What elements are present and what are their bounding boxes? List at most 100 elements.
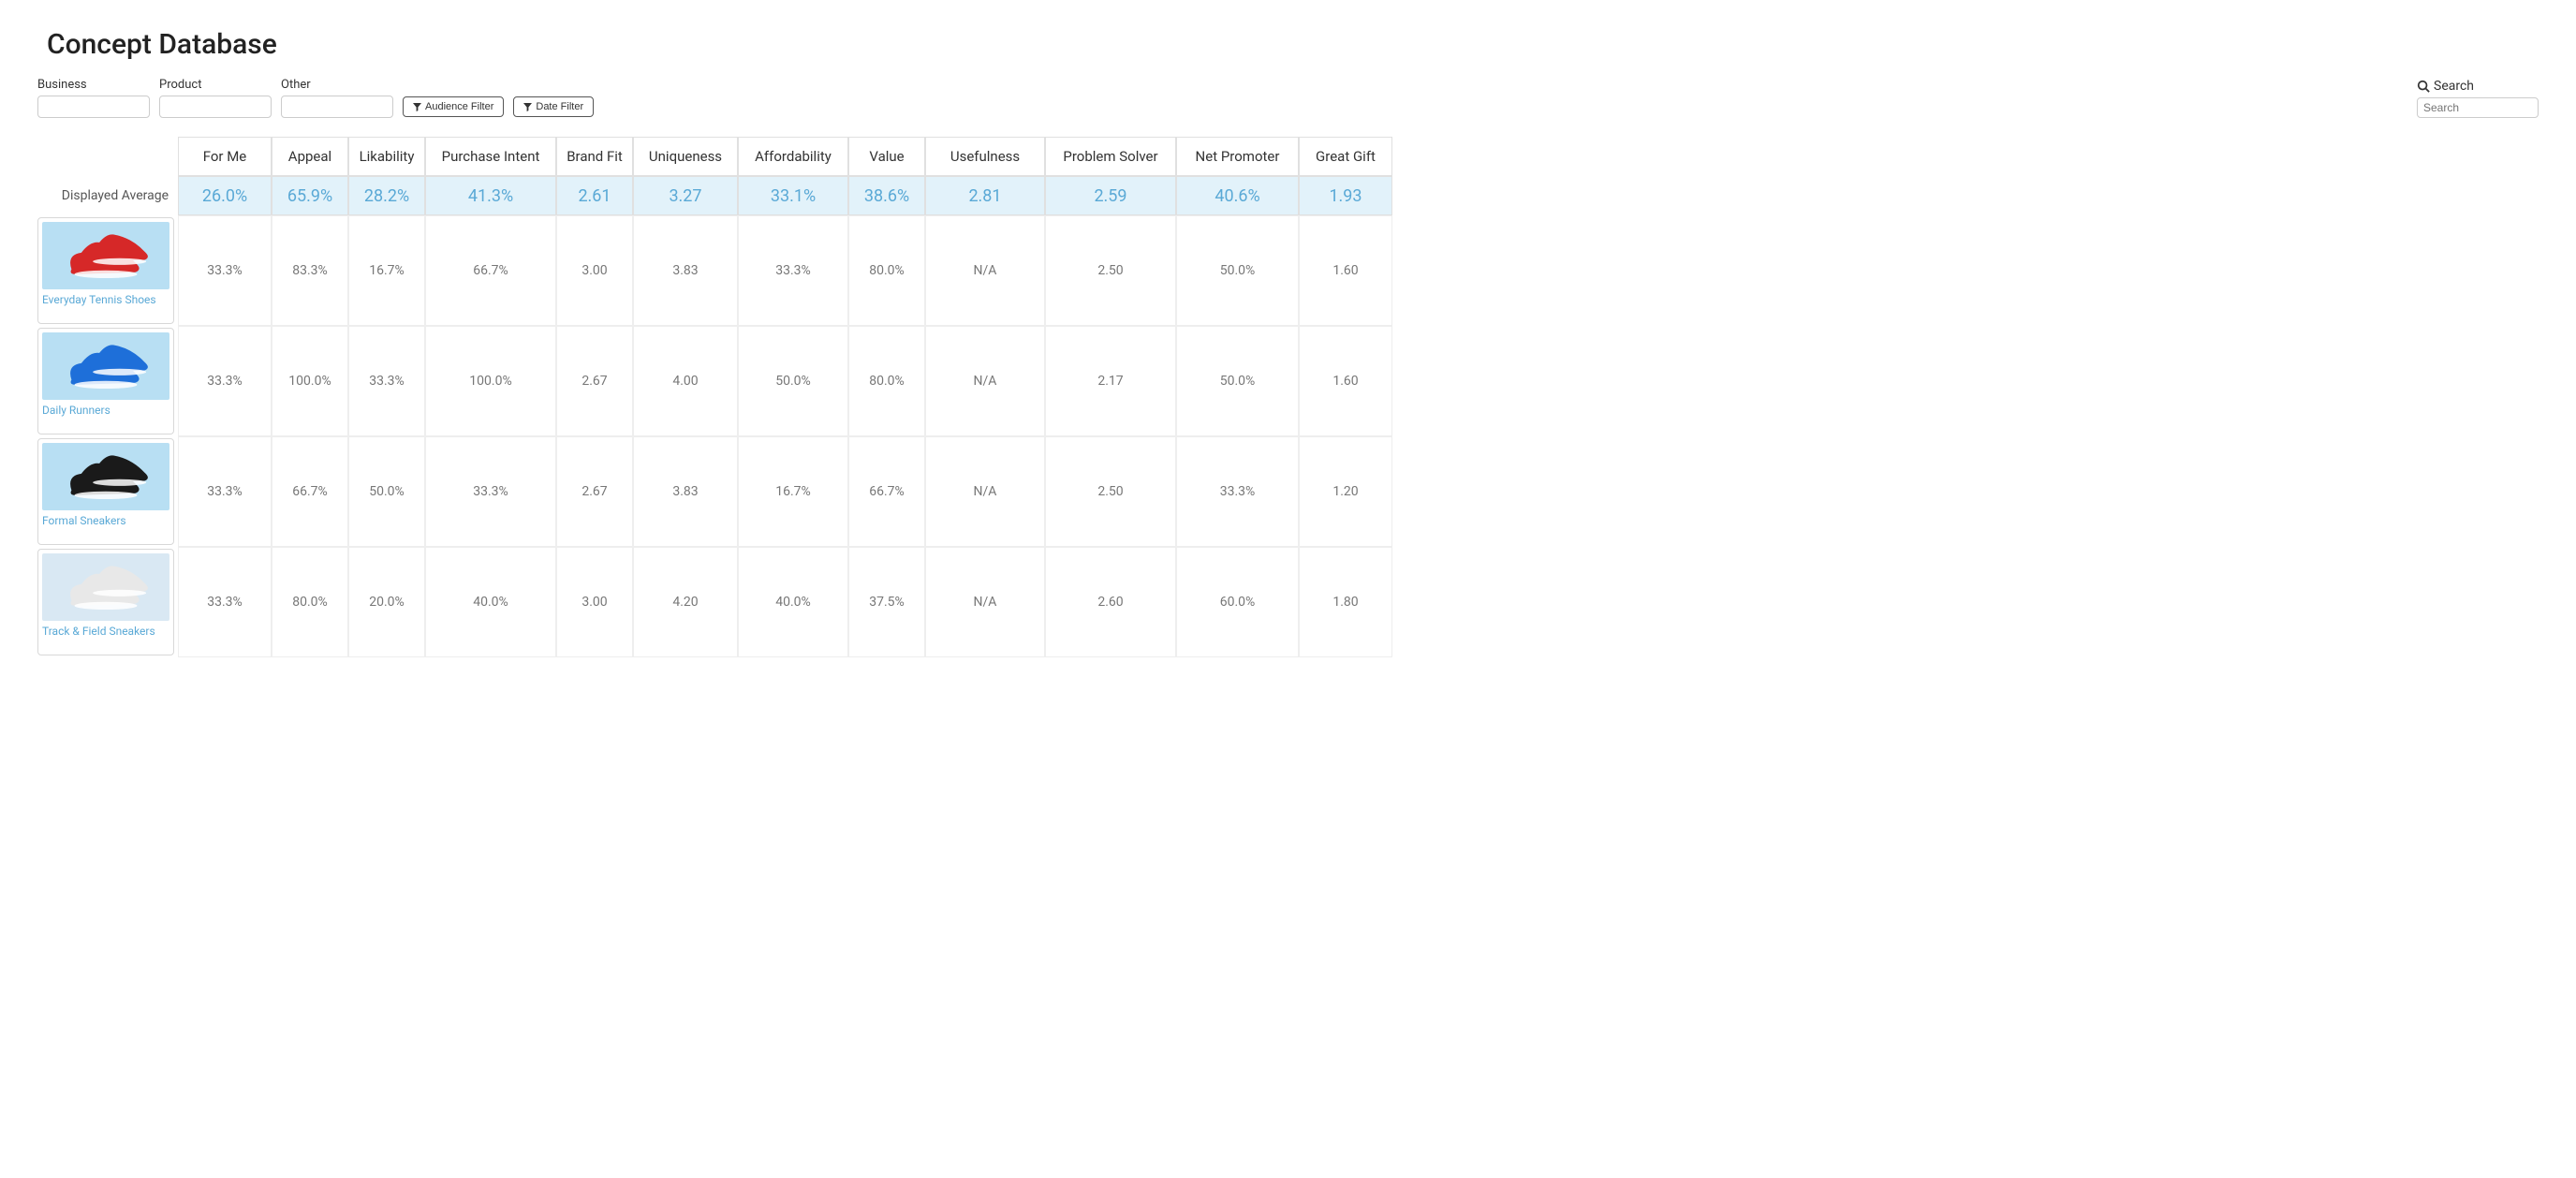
- data-cell: 3.00: [556, 547, 633, 657]
- column-header[interactable]: For Me: [178, 137, 272, 176]
- page-title: Concept Database: [47, 28, 2539, 61]
- data-cell: N/A: [925, 547, 1045, 657]
- filter-btn-label: Audience Filter: [425, 101, 493, 112]
- data-cell: 2.50: [1045, 436, 1176, 547]
- column-header[interactable]: Brand Fit: [556, 137, 633, 176]
- average-cell: 33.1%: [738, 176, 848, 215]
- data-cell: 66.7%: [425, 215, 556, 326]
- concept-thumbnail[interactable]: [42, 553, 169, 621]
- average-cell: 2.81: [925, 176, 1045, 215]
- average-cell: 40.6%: [1176, 176, 1299, 215]
- filters-row: Business Product Other Audience Filter D…: [37, 78, 2539, 118]
- concept-card[interactable]: Formal Sneakers: [37, 438, 174, 545]
- data-cell: 33.3%: [178, 547, 272, 657]
- data-cell: 50.0%: [738, 326, 848, 436]
- concept-thumbnail[interactable]: [42, 222, 169, 289]
- data-cell: 3.00: [556, 215, 633, 326]
- concept-card[interactable]: Daily Runners: [37, 328, 174, 434]
- search-input[interactable]: [2417, 97, 2539, 118]
- data-cell: 80.0%: [848, 326, 925, 436]
- column-header[interactable]: Purchase Intent: [425, 137, 556, 176]
- average-cell: 3.27: [633, 176, 738, 215]
- average-cell: 41.3%: [425, 176, 556, 215]
- data-cell: 40.0%: [738, 547, 848, 657]
- filter-business: Business: [37, 78, 150, 118]
- concept-card[interactable]: Everyday Tennis Shoes: [37, 217, 174, 324]
- filter-label-product: Product: [159, 78, 272, 92]
- average-cell: 2.61: [556, 176, 633, 215]
- data-cell: 2.17: [1045, 326, 1176, 436]
- data-cell: 33.3%: [738, 215, 848, 326]
- data-cell: 20.0%: [348, 547, 425, 657]
- concept-thumbnail[interactable]: [42, 332, 169, 400]
- average-cell: 26.0%: [178, 176, 272, 215]
- column-header[interactable]: Uniqueness: [633, 137, 738, 176]
- header-blank: [37, 137, 178, 176]
- column-header[interactable]: Net Promoter: [1176, 137, 1299, 176]
- data-cell: 100.0%: [425, 326, 556, 436]
- filter-btn-label: Date Filter: [536, 101, 583, 112]
- data-cell: 33.3%: [1176, 436, 1299, 547]
- concept-link[interactable]: Formal Sneakers: [42, 514, 169, 529]
- column-header[interactable]: Usefulness: [925, 137, 1045, 176]
- concept-link[interactable]: Everyday Tennis Shoes: [42, 293, 169, 308]
- product-input[interactable]: [159, 96, 272, 118]
- data-cell: 66.7%: [272, 436, 348, 547]
- data-cell: 3.83: [633, 215, 738, 326]
- data-cell: 33.3%: [348, 326, 425, 436]
- column-header[interactable]: Problem Solver: [1045, 137, 1176, 176]
- data-cell: 50.0%: [1176, 215, 1299, 326]
- filter-label-other: Other: [281, 78, 393, 92]
- data-cell: 33.3%: [425, 436, 556, 547]
- data-cell: 33.3%: [178, 326, 272, 436]
- data-cell: 2.60: [1045, 547, 1176, 657]
- funnel-icon: [413, 103, 421, 111]
- data-cell: 3.83: [633, 436, 738, 547]
- data-cell: N/A: [925, 326, 1045, 436]
- table-row: Track & Field Sneakers33.3%80.0%20.0%40.…: [37, 547, 2539, 657]
- data-cell: 1.20: [1299, 436, 1392, 547]
- business-input[interactable]: [37, 96, 150, 118]
- data-cell: 37.5%: [848, 547, 925, 657]
- data-cell: 50.0%: [1176, 326, 1299, 436]
- column-header[interactable]: Great Gift: [1299, 137, 1392, 176]
- search-icon: [2417, 80, 2430, 93]
- table-header-row: For MeAppealLikabilityPurchase IntentBra…: [37, 137, 2539, 176]
- average-cell: 1.93: [1299, 176, 1392, 215]
- data-cell: 4.00: [633, 326, 738, 436]
- concept-link[interactable]: Daily Runners: [42, 404, 169, 419]
- concept-thumbnail[interactable]: [42, 443, 169, 510]
- data-cell: 33.3%: [178, 215, 272, 326]
- concept-link[interactable]: Track & Field Sneakers: [42, 625, 169, 640]
- other-input[interactable]: [281, 96, 393, 118]
- table-row: Everyday Tennis Shoes33.3%83.3%16.7%66.7…: [37, 215, 2539, 326]
- data-cell: 2.50: [1045, 215, 1176, 326]
- date-filter-button[interactable]: Date Filter: [513, 96, 594, 117]
- filter-label-business: Business: [37, 78, 150, 92]
- data-cell: N/A: [925, 436, 1045, 547]
- audience-filter-button[interactable]: Audience Filter: [403, 96, 504, 117]
- data-cell: 1.60: [1299, 326, 1392, 436]
- data-cell: 100.0%: [272, 326, 348, 436]
- average-cell: 28.2%: [348, 176, 425, 215]
- concept-card[interactable]: Track & Field Sneakers: [37, 549, 174, 655]
- data-cell: 80.0%: [848, 215, 925, 326]
- data-cell: 4.20: [633, 547, 738, 657]
- data-cell: 2.67: [556, 436, 633, 547]
- average-cell: 38.6%: [848, 176, 925, 215]
- data-cell: 40.0%: [425, 547, 556, 657]
- column-header[interactable]: Appeal: [272, 137, 348, 176]
- average-cell: 65.9%: [272, 176, 348, 215]
- table-row: Formal Sneakers33.3%66.7%50.0%33.3%2.673…: [37, 436, 2539, 547]
- data-cell: 16.7%: [348, 215, 425, 326]
- column-header[interactable]: Value: [848, 137, 925, 176]
- column-header[interactable]: Likability: [348, 137, 425, 176]
- column-header[interactable]: Affordability: [738, 137, 848, 176]
- average-cell: 2.59: [1045, 176, 1176, 215]
- data-cell: 1.60: [1299, 215, 1392, 326]
- funnel-icon: [523, 103, 532, 111]
- data-cell: 33.3%: [178, 436, 272, 547]
- filter-other: Other: [281, 78, 393, 118]
- data-cell: 1.80: [1299, 547, 1392, 657]
- search-label: Search: [2417, 79, 2539, 94]
